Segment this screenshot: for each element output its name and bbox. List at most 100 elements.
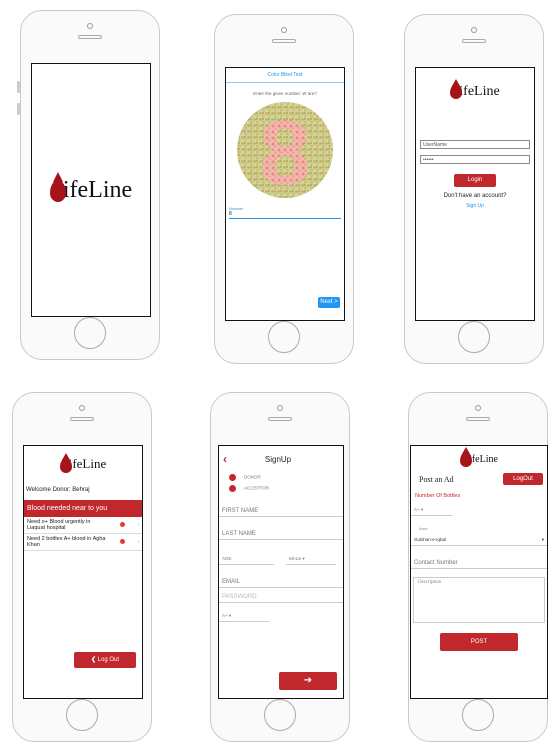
logo-text: ifeLine (469, 453, 498, 465)
first-name-input[interactable]: FIRST NAME (219, 506, 343, 517)
speaker (268, 417, 292, 421)
area-value: Gulshan-e-Iqbal (414, 537, 447, 542)
blood-group-value: A+ (414, 507, 420, 512)
test-prompt: Enter the given number. W are? (253, 91, 317, 96)
home-button[interactable] (268, 321, 300, 353)
colorblind-screen: Color Blind Test Enter the given number.… (225, 67, 345, 321)
username-input[interactable]: UserName (420, 140, 530, 149)
phone-colorblind: Color Blind Test Enter the given number.… (214, 14, 354, 364)
signup-link[interactable]: Sign Up (416, 203, 534, 209)
app-logo: ifeLine (411, 447, 547, 467)
role-option[interactable]: DONOR (229, 474, 343, 481)
logo-text: ifeLine (68, 456, 107, 471)
speaker (70, 417, 94, 421)
request-text: Need 2 bottles A+ blood in Agha Khan (27, 535, 106, 548)
role-option[interactable]: ACCEPTOR (229, 485, 343, 492)
post-button[interactable]: POST (440, 633, 518, 651)
password-input[interactable]: •••••• (420, 155, 530, 164)
chevron-down-icon: ▾ (228, 613, 232, 618)
chevron-right-icon: › (137, 538, 139, 545)
camera (471, 27, 477, 33)
bottles-label: Number Of Bottles (415, 493, 461, 499)
next-button[interactable]: Next > (318, 297, 340, 308)
chevron-down-icon: ▾ (302, 556, 305, 561)
side-button (17, 103, 20, 115)
chevron-left-icon: ❮ (90, 657, 96, 663)
request-list-item[interactable]: Need o+ Blood urgently in Liaquat hospit… (24, 517, 142, 534)
speaker (78, 35, 102, 39)
request-list-item[interactable]: Need 2 bottles A+ blood in Agha Khan › (24, 534, 142, 551)
camera (79, 405, 85, 411)
signup-header: ‹ SignUp (219, 446, 343, 466)
password-input[interactable]: PASSWORD (219, 592, 343, 603)
phone-splash: ifeLine (17, 10, 160, 360)
blood-needed-banner: Blood needed near to you (24, 499, 142, 517)
description-input[interactable]: Description (413, 577, 545, 623)
login-screen: ifeLine UserName •••••• Login Don't have… (415, 67, 535, 321)
radio-icon (229, 474, 236, 481)
age-input[interactable]: AGE (219, 554, 274, 565)
speaker (272, 39, 296, 43)
home-button[interactable] (264, 699, 296, 731)
splash-screen: ifeLine (31, 63, 151, 317)
plate-number: 8 (259, 102, 310, 200)
phone-signup: ‹ SignUp DONOR ACCEPTOR FIRST NAME LAST … (210, 392, 350, 742)
post-ad-title: Post an Ad (419, 474, 454, 484)
blood-group-select[interactable]: A+ ▾ (411, 505, 452, 516)
radio-icon (229, 485, 236, 492)
no-account-text: Don't have an account? (443, 193, 507, 199)
login-button[interactable]: Login (454, 174, 496, 187)
gender-value: MALE (288, 556, 302, 561)
phone-donor-home: ifeLine Welcome Donor: Behraj Blood need… (12, 392, 152, 742)
number-input[interactable]: 8 (229, 211, 341, 219)
logout-button[interactable]: LogOut (503, 473, 543, 485)
role-label: ACCEPTOR (244, 485, 269, 491)
chevron-down-icon: ▾ (420, 507, 424, 512)
phone-login: ifeLine UserName •••••• Login Don't have… (404, 14, 544, 364)
logout-button[interactable]: ❮ Log Out (74, 652, 136, 668)
welcome-text: Welcome Donor: Behraj (26, 486, 90, 493)
blood-drop-icon (49, 171, 66, 202)
contact-input[interactable]: Contact Number (411, 558, 547, 569)
home-button[interactable] (458, 321, 490, 353)
request-text: Need o+ Blood urgently in Liaquat hospit… (27, 518, 91, 531)
submit-button[interactable]: ➔ (279, 672, 337, 690)
email-input[interactable]: EMAIL (219, 577, 343, 588)
logo-text: ifeLine (459, 84, 500, 99)
blood-group-select[interactable]: A+ ▾ (219, 611, 269, 622)
age-gender-row: AGE MALE ▾ (219, 554, 343, 565)
role-label: DONOR (244, 474, 261, 480)
camera (87, 23, 93, 29)
area-select[interactable]: Gulshan-e-Iqbal ▾ (411, 535, 547, 546)
signup-title: SignUp (264, 454, 292, 464)
post-ad-screen: ifeLine Post an Ad LogOut Number Of Bott… (410, 445, 548, 699)
last-name-input[interactable]: LAST NAME (219, 529, 343, 540)
home-button[interactable] (462, 699, 494, 731)
camera (475, 405, 481, 411)
area-label: Area (419, 526, 428, 531)
status-dot-icon (119, 522, 125, 528)
logo-text: ifeLine (62, 176, 133, 203)
app-logo: ifeLine (416, 79, 534, 100)
speaker (462, 39, 486, 43)
logout-label: Log Out (97, 657, 120, 663)
chevron-right-icon: › (137, 521, 139, 528)
speaker (466, 417, 490, 421)
screen-title: Color Blind Test (226, 68, 344, 83)
side-button (17, 81, 20, 93)
camera (277, 405, 283, 411)
home-button[interactable] (66, 699, 98, 731)
phone-post-ad: ifeLine Post an Ad LogOut Number Of Bott… (408, 392, 548, 742)
status-dot-icon (119, 539, 125, 545)
post-ad-header: Post an Ad LogOut (411, 467, 547, 485)
blood-group-value: A+ (222, 613, 228, 618)
blood-drop-icon (59, 452, 72, 473)
home-button[interactable] (74, 317, 106, 349)
chevron-down-icon: ▾ (541, 537, 544, 542)
camera (281, 27, 287, 33)
signup-screen: ‹ SignUp DONOR ACCEPTOR FIRST NAME LAST … (218, 445, 344, 699)
ishihara-plate: 8 (237, 102, 333, 200)
app-logo: ifeLine (49, 171, 133, 204)
gender-select[interactable]: MALE ▾ (285, 554, 336, 565)
donor-home-screen: ifeLine Welcome Donor: Behraj Blood need… (23, 445, 143, 699)
